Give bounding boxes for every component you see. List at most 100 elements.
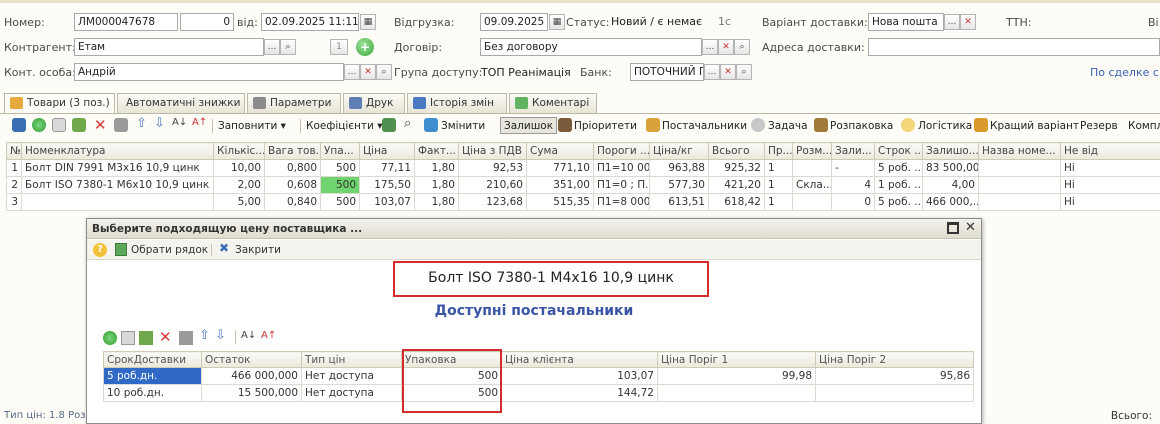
cancel-icon[interactable] <box>179 331 193 345</box>
ellipsis-icon[interactable]: … <box>264 39 280 55</box>
calendar-icon[interactable]: ▦ <box>549 14 565 30</box>
excel-icon[interactable] <box>382 118 396 132</box>
completeness-button[interactable]: Компл <box>1128 118 1160 134</box>
close-button[interactable]: Закрити <box>235 242 281 258</box>
clear-icon[interactable]: ✕ <box>718 39 734 55</box>
search-icon[interactable]: ⌕ <box>376 64 392 80</box>
col-header[interactable]: Остаток <box>201 351 302 368</box>
table-row[interactable]: 5 роб.дн. 466 000,000 Нет доступа 500 10… <box>103 367 974 385</box>
number-counter-field[interactable]: 0 <box>180 13 234 31</box>
col-header[interactable]: Ціна клієнта <box>501 351 658 368</box>
suppliers-button[interactable]: Постачальники <box>662 118 747 134</box>
col-header[interactable]: Вага тов... <box>264 142 321 160</box>
col-header[interactable]: Ціна Поріг 2 <box>815 351 974 368</box>
bank-field[interactable]: ПОТОЧНИЙ Г <box>630 63 704 81</box>
best-variant-button[interactable]: Кращий варіант <box>990 118 1079 134</box>
sort-desc-icon[interactable]: A↑ <box>261 330 276 341</box>
col-header[interactable]: Упа... <box>320 142 360 160</box>
table-row-selected[interactable]: 3 Болт ISO 7380-1 M4x16 10,9 цинк 5,00 0… <box>6 193 1160 211</box>
col-header[interactable]: Зали... <box>831 142 875 160</box>
tab-history[interactable]: Історія змін <box>407 93 507 113</box>
col-header[interactable]: Номенклатура <box>21 142 214 160</box>
tab-auto-discounts[interactable]: Автоматичні знижки <box>117 93 245 113</box>
save-icon[interactable] <box>12 118 26 132</box>
add-icon[interactable] <box>103 331 117 345</box>
tab-comments[interactable]: Коментарі <box>509 93 597 113</box>
col-header[interactable]: Розм... <box>792 142 832 160</box>
task-button[interactable]: Задача <box>768 118 808 134</box>
contract-field[interactable]: Без договору <box>480 38 702 56</box>
logistics-button[interactable]: Логістика <box>918 118 972 134</box>
search-icon[interactable]: ⌕ <box>734 39 750 55</box>
delete-icon[interactable]: ✕ <box>159 328 172 346</box>
sort-asc-icon[interactable]: A↓ <box>241 330 256 341</box>
search-icon[interactable]: ⌕ <box>280 39 296 55</box>
change-button[interactable]: Змінити <box>441 118 485 134</box>
help-icon[interactable]: ? <box>93 243 107 257</box>
counterparty-field[interactable]: Етам <box>74 38 264 56</box>
add-icon[interactable]: + <box>356 38 374 56</box>
tab-goods[interactable]: Товари (3 поз.) <box>4 93 115 114</box>
maximize-icon[interactable] <box>947 222 959 234</box>
fill-menu-button[interactable]: Заповнити ▾ <box>218 118 286 134</box>
close-icon[interactable]: ✕ <box>965 220 976 235</box>
select-row-button[interactable]: Обрати рядок <box>131 242 208 258</box>
contact-field[interactable]: Андрій <box>74 63 344 81</box>
tab-print[interactable]: Друк <box>343 93 405 113</box>
col-header[interactable]: Залишо... <box>922 142 979 160</box>
col-header[interactable]: Ціна Поріг 1 <box>657 351 816 368</box>
col-header[interactable]: Всього <box>708 142 765 160</box>
move-down-icon[interactable]: ⇩ <box>154 116 165 131</box>
date-field[interactable]: 02.09.2025 11:11:52 <box>261 13 359 31</box>
col-header[interactable]: Ціна з ПДВ <box>458 142 527 160</box>
search-icon[interactable]: ⌕ <box>736 64 752 80</box>
sort-desc-icon[interactable]: A↑ <box>192 117 207 128</box>
tab-parameters[interactable]: Параметри <box>247 93 341 113</box>
search-icon[interactable]: ⌕ <box>404 116 411 131</box>
table-row[interactable]: 2 Болт ISO 7380-1 M6x10 10,9 цинк 2,00 0… <box>6 176 1160 194</box>
unpacking-button[interactable]: Розпаковка <box>830 118 893 134</box>
priorities-button[interactable]: Пріоритети <box>574 118 637 134</box>
col-header[interactable]: Кількіс... <box>213 142 265 160</box>
col-header[interactable]: Сума <box>526 142 594 160</box>
refresh-icon[interactable] <box>424 118 438 132</box>
sort-asc-icon[interactable]: A↓ <box>172 117 187 128</box>
copy-icon[interactable] <box>121 331 135 345</box>
clear-icon[interactable]: ✕ <box>720 64 736 80</box>
col-header[interactable]: Назва номе... <box>978 142 1061 160</box>
col-header[interactable]: № <box>6 142 22 160</box>
col-header[interactable]: Пр... <box>764 142 793 160</box>
move-down-icon[interactable]: ⇩ <box>215 328 226 343</box>
ellipsis-icon[interactable]: … <box>344 64 360 80</box>
col-header[interactable]: Не від <box>1060 142 1160 160</box>
ellipsis-icon[interactable]: … <box>702 39 718 55</box>
calendar-icon[interactable]: ▦ <box>360 14 376 30</box>
col-header[interactable]: Строк ... <box>874 142 923 160</box>
copy-icon[interactable] <box>52 118 66 132</box>
clear-icon[interactable]: ✕ <box>960 14 976 30</box>
counterparty-count[interactable]: 1 <box>330 39 348 55</box>
ellipsis-icon[interactable]: … <box>944 14 960 30</box>
coefficients-menu-button[interactable]: Коефіцієнти ▾ <box>306 118 382 134</box>
add-icon[interactable] <box>32 118 46 132</box>
col-header[interactable]: Факт... <box>414 142 459 160</box>
number-field[interactable]: ЛМ000047678 <box>74 13 178 31</box>
clear-icon[interactable]: ✕ <box>360 64 376 80</box>
table-row[interactable]: 10 роб.дн. 15 500,000 Нет доступа 500 14… <box>103 384 974 402</box>
delivery-address-field[interactable] <box>868 38 1160 56</box>
col-header[interactable]: Тип цін <box>301 351 402 368</box>
move-up-icon[interactable]: ⇧ <box>199 328 210 343</box>
ellipsis-icon[interactable]: … <box>704 64 720 80</box>
by-deal-link[interactable]: По сделке с п <box>1090 66 1160 79</box>
edit-icon[interactable] <box>139 331 153 345</box>
edit-icon[interactable] <box>72 118 86 132</box>
table-row[interactable]: 1 Болт DIN 7991 M3x16 10,9 цинк 10,00 0,… <box>6 159 1160 177</box>
delete-icon[interactable]: ✕ <box>94 116 107 134</box>
delivery-variant-field[interactable]: Нова пошта <box>868 13 944 31</box>
move-up-icon[interactable]: ⇧ <box>136 116 147 131</box>
col-header[interactable]: СрокДоставки <box>103 351 202 368</box>
cancel-icon[interactable] <box>114 118 128 132</box>
col-header[interactable]: Ціна <box>359 142 415 160</box>
reserve-button[interactable]: Резерв <box>1080 118 1118 134</box>
col-header[interactable]: Ціна/кг <box>649 142 709 160</box>
